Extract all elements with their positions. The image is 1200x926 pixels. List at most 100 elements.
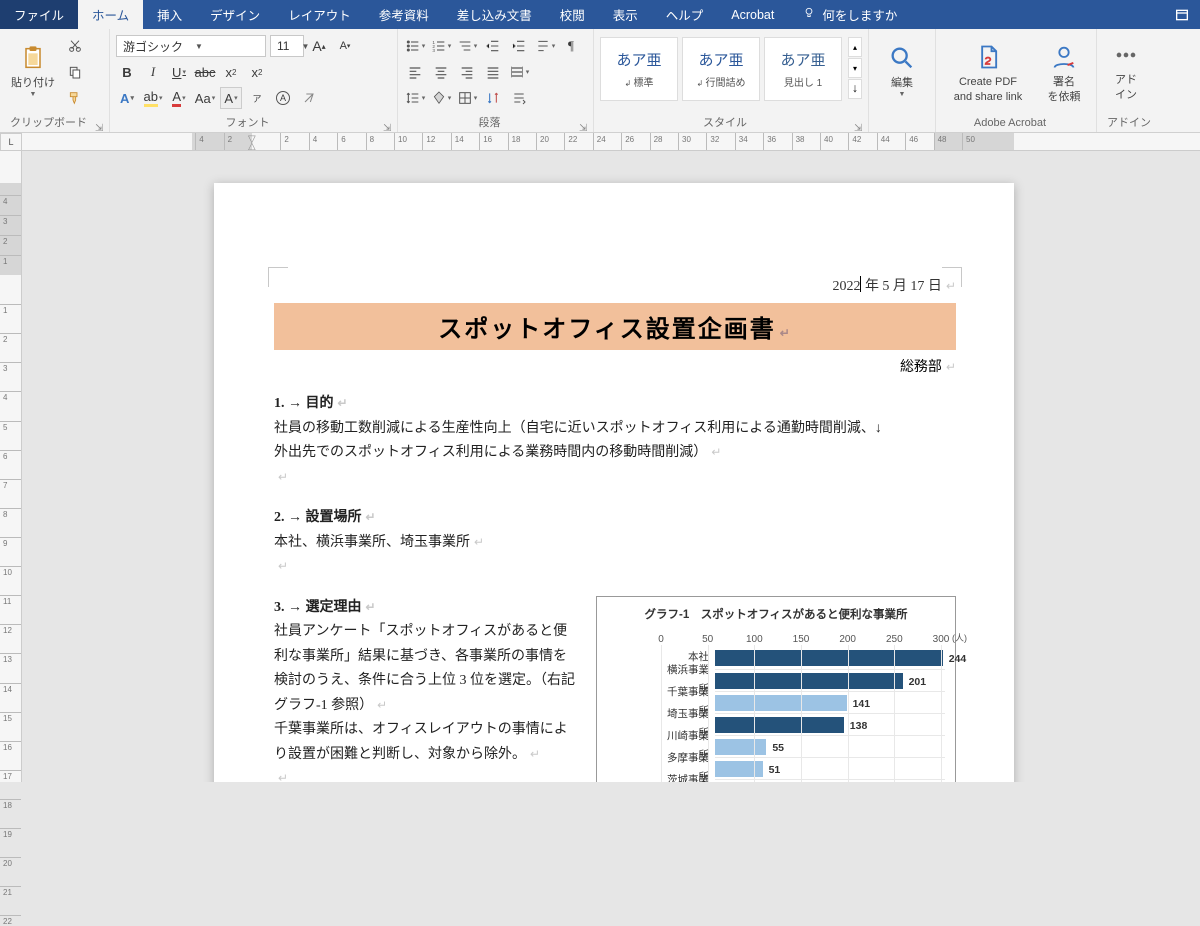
- chart-title: グラフ-1 スポットオフィスがあると便利な事業所: [607, 605, 945, 625]
- horizontal-ruler[interactable]: 4224681012141618202224262830323436384042…: [22, 133, 1200, 151]
- embedded-chart: グラフ-1 スポットオフィスがあると便利な事業所 050100150200250…: [596, 596, 956, 783]
- tell-me-label: 何をしますか: [822, 5, 897, 24]
- character-shading-button[interactable]: A: [220, 87, 242, 109]
- create-pdf-button[interactable]: Create PDF and share link: [942, 33, 1034, 111]
- multilevel-list-button[interactable]: [456, 35, 478, 57]
- group-clipboard-label: クリップボード: [6, 114, 103, 132]
- group-paragraph: 123 ¶ 段落: [398, 29, 594, 132]
- tab-layout[interactable]: レイアウト: [274, 0, 365, 29]
- create-pdf-label2: and share link: [954, 91, 1023, 104]
- paste-label: 貼り付け: [11, 77, 55, 90]
- align-center-button[interactable]: [430, 61, 452, 83]
- ribbon-collapse-button[interactable]: [1164, 0, 1200, 29]
- align-left-button[interactable]: [404, 61, 426, 83]
- justify-button[interactable]: [482, 61, 504, 83]
- editing-button[interactable]: 編集 ▼: [875, 31, 929, 109]
- tab-help[interactable]: ヘルプ: [652, 0, 718, 29]
- request-signature-button[interactable]: 署名 を依頼: [1038, 33, 1090, 111]
- tab-view[interactable]: 表示: [599, 0, 652, 29]
- section-1: 1. → 目的↵ 社員の移動工数削減による生産性向上（自宅に近いスポットオフィス…: [274, 392, 956, 490]
- superscript-button[interactable]: x2: [246, 61, 268, 83]
- style-normal[interactable]: あア亜↲ 標準: [600, 37, 678, 101]
- grow-font-button[interactable]: A▴: [308, 35, 330, 57]
- style-scroll-up[interactable]: ▴: [848, 37, 862, 57]
- sort-button[interactable]: [482, 87, 504, 109]
- create-pdf-label1: Create PDF: [959, 76, 1017, 89]
- font-name-combo[interactable]: 游ゴシック▼: [116, 35, 266, 57]
- clipboard-dialog-launcher[interactable]: [95, 118, 107, 130]
- font-dialog-launcher[interactable]: [383, 118, 395, 130]
- svg-text:3: 3: [432, 48, 435, 53]
- text-effects-button[interactable]: A: [116, 87, 138, 109]
- numbering-button[interactable]: 123: [430, 35, 452, 57]
- style-no-spacing[interactable]: あア亜↲ 行間詰め: [682, 37, 760, 101]
- shrink-font-button[interactable]: A▾: [334, 35, 356, 57]
- copy-button[interactable]: [64, 61, 86, 83]
- section-2: 2. → 設置場所↵ 本社、横浜事業所、埼玉事業所↵ ↵: [274, 506, 956, 580]
- paste-button[interactable]: 貼り付け ▼: [6, 31, 60, 109]
- style-gallery-expand[interactable]: ￬: [848, 79, 862, 99]
- distributed-button[interactable]: [508, 61, 530, 83]
- style-sample: あア亜: [698, 49, 743, 70]
- tab-insert[interactable]: 挿入: [143, 0, 196, 29]
- group-styles: あア亜↲ 標準 あア亜↲ 行間詰め あア亜見出し 1 ▴ ▾ ￬ スタイル: [594, 29, 869, 132]
- section-3: 3. → 選定理由↵ 社員アンケート「スポットオフィスがあると便利な事業所」結果…: [274, 596, 956, 783]
- borders-button[interactable]: [456, 87, 478, 109]
- show-marks-button[interactable]: ¶: [560, 35, 582, 57]
- ribbon-tabs: ファイル ホーム 挿入 デザイン レイアウト 参考資料 差し込み文書 校閲 表示…: [0, 0, 1200, 29]
- italic-button[interactable]: I: [142, 61, 164, 83]
- show-formatting-button[interactable]: [508, 87, 530, 109]
- tab-home[interactable]: ホーム: [78, 0, 143, 29]
- line-spacing-button[interactable]: [404, 87, 426, 109]
- align-right-button[interactable]: [456, 61, 478, 83]
- subscript-button[interactable]: x2: [220, 61, 242, 83]
- decrease-indent-button[interactable]: [482, 35, 504, 57]
- vertical-ruler[interactable]: 432112345678910111213141516171819202122: [0, 151, 22, 782]
- group-font-label: フォント: [116, 114, 391, 132]
- tab-references[interactable]: 参考資料: [365, 0, 443, 29]
- style-sample: あア亜: [616, 49, 661, 70]
- change-case-button[interactable]: Aa: [194, 87, 216, 109]
- highlight-button[interactable]: ab: [142, 87, 164, 109]
- style-sample: あア亜: [780, 49, 825, 70]
- ruler-corner[interactable]: L: [0, 133, 22, 151]
- enclose-characters-button[interactable]: A: [272, 87, 294, 109]
- style-scroll-down[interactable]: ▾: [848, 58, 862, 78]
- tab-review[interactable]: 校閲: [546, 0, 599, 29]
- clipboard-icon: [16, 41, 50, 75]
- shading-button[interactable]: [430, 87, 452, 109]
- bullets-button[interactable]: [404, 35, 426, 57]
- styles-dialog-launcher[interactable]: [854, 118, 866, 130]
- group-font: 游ゴシック▼ 11▼ A▴ A▾ B I U abc x2 x2 A ab A …: [110, 29, 398, 132]
- document-page: 2022 年 5 月 17 日↵ スポットオフィス設置企画書↵ 総務部↵ 1. …: [214, 183, 1014, 782]
- tab-mailings[interactable]: 差し込み文書: [443, 0, 546, 29]
- format-painter-button[interactable]: [64, 87, 86, 109]
- document-sender: 総務部↵: [274, 356, 956, 376]
- underline-button[interactable]: U: [168, 61, 190, 83]
- tab-design[interactable]: デザイン: [196, 0, 274, 29]
- pdf-icon: [971, 40, 1005, 74]
- font-name-value: 游ゴシック: [117, 38, 189, 55]
- group-acrobat-label: Adobe Acrobat: [942, 114, 1090, 132]
- tab-acrobat[interactable]: Acrobat: [717, 0, 788, 29]
- style-heading1[interactable]: あア亜見出し 1: [764, 37, 842, 101]
- paragraph-dialog-launcher[interactable]: [579, 118, 591, 130]
- font-size-combo[interactable]: 11▼: [270, 35, 304, 57]
- sig-label1: 署名: [1053, 76, 1075, 89]
- lightbulb-icon: [802, 6, 816, 23]
- group-clipboard: 貼り付け ▼ クリップボード: [0, 29, 110, 132]
- style-nospacing-label: 行間詰め: [705, 78, 745, 89]
- bold-button[interactable]: B: [116, 61, 138, 83]
- tell-me-search[interactable]: 何をしますか: [788, 0, 911, 29]
- chart-bar-row: 茨城事業所32: [661, 779, 945, 782]
- font-color-button[interactable]: A: [168, 87, 190, 109]
- clear-formatting-button[interactable]: [298, 87, 320, 109]
- cut-button[interactable]: [64, 35, 86, 57]
- asian-layout-button[interactable]: [534, 35, 556, 57]
- addins-button[interactable]: アド イン: [1103, 31, 1149, 109]
- strikethrough-button[interactable]: abc: [194, 61, 216, 83]
- increase-indent-button[interactable]: [508, 35, 530, 57]
- document-canvas[interactable]: 2022 年 5 月 17 日↵ スポットオフィス設置企画書↵ 総務部↵ 1. …: [22, 151, 1200, 782]
- tab-file[interactable]: ファイル: [0, 0, 78, 29]
- phonetic-guide-button[interactable]: ア: [246, 87, 268, 109]
